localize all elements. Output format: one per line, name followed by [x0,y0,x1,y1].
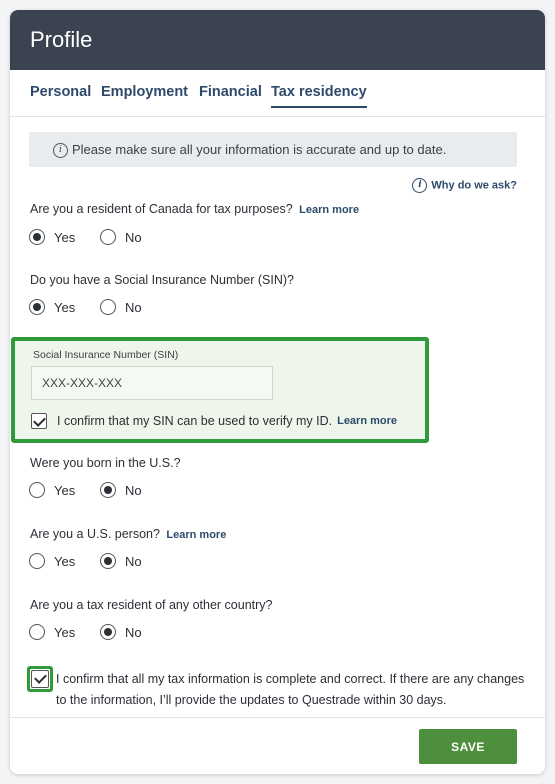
page-title: Profile [10,10,545,70]
radio-no[interactable]: No [100,553,142,569]
radio-no[interactable]: No [100,482,142,498]
sin-section: Social Insurance Number (SIN) XXX-XXX-XX… [11,337,429,443]
radio-circle [29,553,45,569]
radio-yes[interactable]: Yes [29,553,75,569]
radio-no[interactable]: No [100,299,142,315]
learn-more-link[interactable]: Learn more [299,204,359,216]
info-icon: i [53,143,68,159]
save-button[interactable]: SAVE [419,729,517,764]
final-confirm-highlight [27,666,53,692]
notice-text: Please make sure all your information is… [72,142,447,157]
radio-yes[interactable]: Yes [29,624,75,640]
radio-no[interactable]: No [100,624,142,640]
radio-circle [100,553,116,569]
why-do-we-ask-link[interactable]: i Why do we ask? [412,178,517,193]
info-icon: i [412,178,428,193]
question-other-country: Are you a tax resident of any other coun… [30,598,273,612]
radio-circle [29,624,45,640]
footer: SAVE [10,717,545,774]
radio-circle [100,229,116,245]
sin-label: Social Insurance Number (SIN) [33,349,179,361]
learn-more-link[interactable]: Learn more [337,415,397,427]
tab-bar: Personal Employment Financial Tax reside… [10,70,545,117]
tab-financial[interactable]: Financial [199,84,262,106]
tab-tax-residency[interactable]: Tax residency [271,84,367,108]
tab-employment[interactable]: Employment [101,84,188,106]
radio-yes[interactable]: Yes [29,299,75,315]
question-born-us: Were you born in the U.S.? [30,456,181,470]
question-has-sin: Do you have a Social Insurance Number (S… [30,273,295,287]
radio-circle [100,482,116,498]
radio-circle [100,624,116,640]
radio-circle [100,299,116,315]
radio-circle [29,299,45,315]
radio-yes[interactable]: Yes [29,229,75,245]
sin-confirm-text: I confirm that my SIN can be used to ver… [57,414,333,428]
sin-confirm-row: I confirm that my SIN can be used to ver… [31,413,397,429]
radio-yes[interactable]: Yes [29,482,75,498]
radio-circle [29,482,45,498]
radio-circle [29,229,45,245]
radio-no[interactable]: No [100,229,142,245]
checkmark-icon [34,671,47,684]
profile-card: Profile Personal Employment Financial Ta… [10,10,545,774]
sin-input[interactable]: XXX-XXX-XXX [31,366,273,400]
tab-personal[interactable]: Personal [30,84,91,106]
checkmark-icon [33,414,46,427]
final-confirm-text: I confirm that all my tax information is… [56,672,525,707]
info-notice: i Please make sure all your information i… [29,132,517,167]
sin-confirm-checkbox[interactable] [31,413,47,429]
final-confirm-checkbox[interactable] [31,670,49,688]
learn-more-link[interactable]: Learn more [166,529,226,541]
question-canada-resident: Are you a resident of Canada for tax pur… [30,202,360,216]
question-us-person: Are you a U.S. person? Learn more [30,527,227,541]
